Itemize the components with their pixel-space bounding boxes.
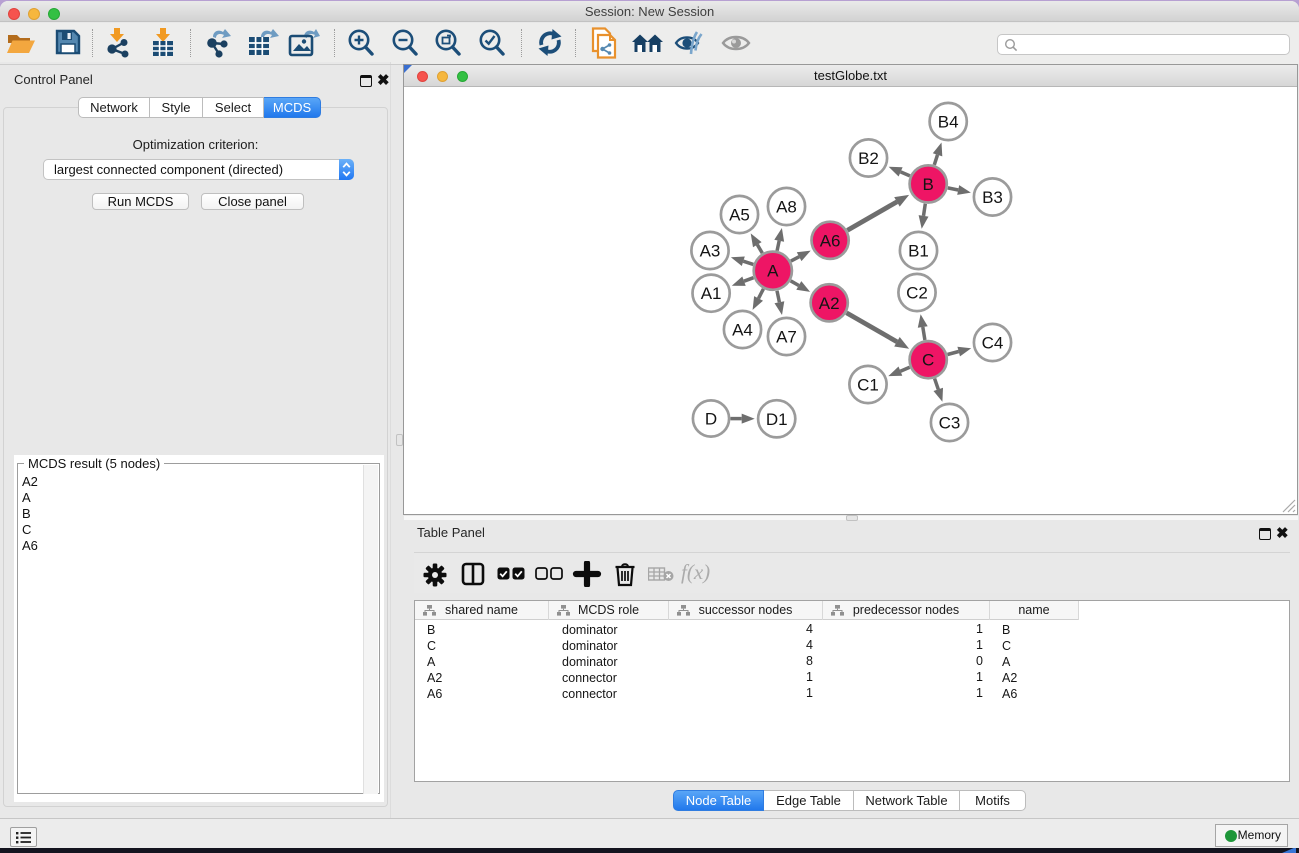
svg-text:A1: A1 <box>701 284 722 303</box>
svg-text:A2: A2 <box>819 294 840 313</box>
svg-text:C3: C3 <box>939 414 961 433</box>
svg-text:A4: A4 <box>732 321 753 340</box>
svg-text:A7: A7 <box>776 328 797 347</box>
svg-text:B: B <box>923 175 934 194</box>
svg-text:A8: A8 <box>776 198 797 217</box>
svg-text:A: A <box>767 262 779 281</box>
svg-text:B1: B1 <box>908 242 929 261</box>
svg-text:A5: A5 <box>729 206 750 225</box>
svg-text:A3: A3 <box>700 242 721 261</box>
svg-text:A6: A6 <box>820 231 841 250</box>
svg-text:B4: B4 <box>938 113 959 132</box>
svg-text:C1: C1 <box>857 376 879 395</box>
svg-text:D: D <box>705 410 717 429</box>
svg-text:C4: C4 <box>982 334 1004 353</box>
svg-text:C: C <box>922 351 934 370</box>
svg-text:D1: D1 <box>766 410 788 429</box>
svg-text:C2: C2 <box>906 284 928 303</box>
svg-text:B3: B3 <box>982 188 1003 207</box>
svg-text:B2: B2 <box>858 149 879 168</box>
